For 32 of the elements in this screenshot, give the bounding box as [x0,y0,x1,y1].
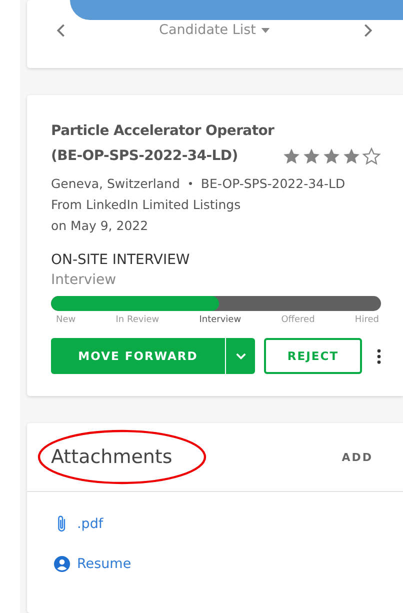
stage-title: ON-SITE INTERVIEW [51,251,191,270]
previous-icon[interactable] [56,22,66,38]
job-code: BE-OP-SPS-2022-34-LD [200,175,346,193]
person-icon [54,555,70,573]
section-title: Attachments [51,446,172,468]
date-text: on May 9, 2022 [51,217,150,235]
stage-name: Interview [51,271,118,290]
next-icon[interactable] [363,22,373,38]
attachment-link[interactable]: Resume [77,556,132,572]
add-button[interactable]: ADD [342,450,373,464]
caret-icon [260,28,270,32]
attachment-link[interactable]: .pdf [77,516,104,532]
job-location: Geneva, Switzerland [51,175,180,193]
job-title: Particle Accelerator Operator (BE-OP-SPS-2022-34-LD) [51,122,276,166]
stage-label: In Review [116,315,160,325]
star-icon [302,147,321,166]
chevron-down-icon [236,352,246,360]
separator-dot [188,182,192,185]
stage-label: Offered [281,315,315,325]
stage-label: Hired [354,315,379,325]
star-icon [322,147,341,166]
more-icon[interactable] [377,348,381,364]
star-icon [282,147,301,166]
move-forward-button[interactable]: MOVE FORWARD [51,338,225,374]
candidate-list-dropdown[interactable]: Candidate List [159,22,270,38]
star-icon [342,147,361,166]
stage-label: New [56,315,76,325]
stage-label: Interview [199,315,242,325]
reject-button[interactable]: REJECT [264,338,362,374]
empty-star-icon [362,147,381,166]
dropdown-button[interactable] [225,338,255,374]
source-text: From LinkedIn Limited Listings [51,196,242,214]
